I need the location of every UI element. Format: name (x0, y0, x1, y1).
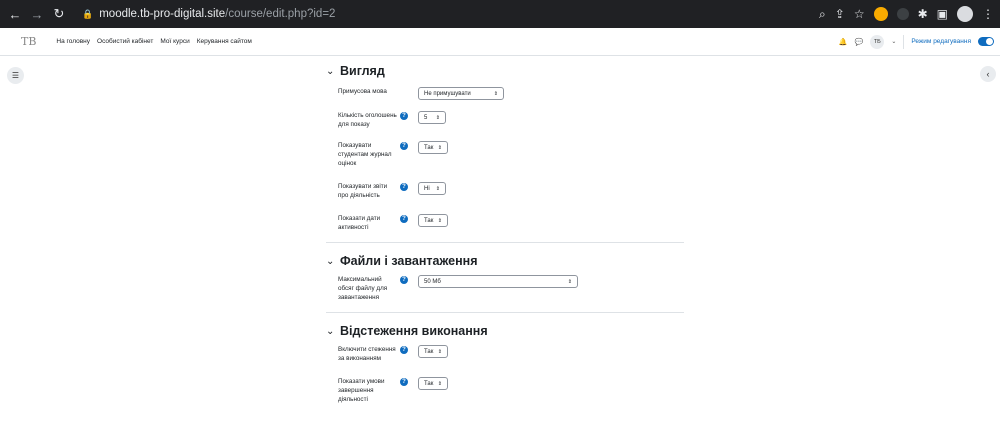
section-header[interactable]: ⌄ Файли і завантаження (326, 249, 684, 273)
field-label: Показувати студентам журнал оцінок (338, 142, 392, 167)
field-label: Включити стеження за виконанням (338, 346, 396, 362)
select-arrow-icon: ⇕ (435, 114, 440, 121)
chevron-down-icon[interactable]: ⌄ (326, 326, 340, 337)
field-force-language: Примусова мова ? Не примушувати⇕ (326, 87, 684, 100)
enable-completion-select[interactable]: Так ⇕ (418, 345, 448, 358)
edit-mode-toggle[interactable] (978, 37, 994, 46)
help-icon[interactable]: ? (400, 378, 408, 386)
chevron-left-icon: ‹ (986, 69, 990, 79)
show-activity-dates-select[interactable]: Так ⇕ (418, 214, 448, 227)
block-drawer-button[interactable]: ‹ (980, 66, 996, 82)
user-avatar[interactable]: ТБ (870, 34, 885, 49)
show-grades-select[interactable]: Так ⇕ (418, 141, 448, 154)
help-icon[interactable]: ? (400, 215, 408, 223)
select-value: Так (424, 144, 434, 151)
select-arrow-icon: ⇕ (493, 90, 498, 97)
select-arrow-icon: ⇕ (437, 144, 442, 151)
field-show-reports: Показувати звіти про діяльність ? Ні ⇕ (326, 182, 684, 200)
section-header[interactable]: ⌄ Відстеження виконання (326, 319, 684, 343)
address-bar[interactable]: 🔒 moodle.tb-pro-digital.site/course/edit… (82, 8, 335, 20)
chevron-down-icon[interactable]: ⌄ (326, 66, 340, 77)
select-value: Так (424, 217, 434, 224)
reload-icon[interactable]: ↻ (48, 6, 70, 22)
primary-navigation: На головну Особистий кабінет Мої курси К… (56, 38, 251, 45)
select-value: Ні (424, 185, 430, 192)
select-value: Не примушувати (424, 90, 471, 97)
field-enable-completion: Включити стеження за виконанням ? Так ⇕ (326, 345, 684, 363)
profile-avatar[interactable] (957, 6, 973, 22)
url-host: moodle.tb-pro-digital.site (99, 8, 226, 20)
select-arrow-icon: ⇕ (437, 380, 442, 387)
field-label: Показати дати активності (338, 215, 381, 231)
select-value: 5 (424, 114, 428, 121)
chevron-down-icon[interactable]: ⌄ (326, 256, 340, 267)
browser-toolbar: ← → ↻ 🔒 moodle.tb-pro-digital.site/cours… (0, 0, 1000, 28)
select-value: Так (424, 380, 434, 387)
field-label: Кількість оголошень для показу (338, 112, 397, 128)
lock-icon: 🔒 (82, 8, 94, 19)
field-show-activity-dates: Показати дати активності ? Так ⇕ (326, 214, 684, 232)
nav-dashboard[interactable]: Особистий кабінет (97, 38, 153, 45)
share-icon[interactable]: ⇪ (835, 7, 845, 21)
section-completion: ⌄ Відстеження виконання Включити стеженн… (326, 319, 684, 414)
help-icon[interactable]: ? (400, 183, 408, 191)
nav-my-courses[interactable]: Мої курси (160, 38, 189, 45)
select-value: Так (424, 348, 434, 355)
select-arrow-icon: ⇕ (437, 348, 442, 355)
field-label: Максимальний обсяг файлу для завантаженн… (338, 276, 388, 301)
back-icon[interactable]: ← (4, 7, 26, 22)
help-icon[interactable]: ? (400, 142, 408, 150)
chevron-down-icon[interactable]: ⌄ (891, 38, 896, 45)
select-value: 50 Мб (424, 278, 441, 285)
section-title: Вигляд (340, 64, 385, 78)
field-max-upload: Максимальний обсяг файлу для завантаженн… (326, 275, 684, 302)
extension-icon[interactable] (873, 7, 888, 21)
select-arrow-icon: ⇕ (567, 278, 572, 285)
help-icon[interactable]: ? (400, 276, 408, 284)
field-label: Показувати звіти про діяльність (338, 183, 388, 199)
edit-mode-label: Режим редагування (911, 38, 971, 45)
nav-home[interactable]: На головну (56, 38, 90, 45)
zoom-icon[interactable]: ⌕ (819, 7, 826, 22)
list-icon: ☰ (11, 71, 20, 80)
forward-icon[interactable]: → (26, 7, 48, 22)
select-arrow-icon: ⇕ (437, 217, 442, 224)
bookmark-star-icon[interactable]: ☆ (854, 7, 865, 21)
field-label: Показати умови завершення діяльності (338, 378, 385, 403)
moodle-navbar: TB На головну Особистий кабінет Мої курс… (0, 28, 1000, 56)
extensions-puzzle-icon[interactable]: ✱ (918, 7, 928, 21)
max-upload-select[interactable]: 50 Мб ⇕ (418, 275, 578, 288)
section-appearance: ⌄ Вигляд Примусова мова ? Не примушувати… (326, 59, 684, 243)
force-language-select[interactable]: Не примушувати ⇕ (418, 87, 504, 100)
section-title: Файли і завантаження (340, 254, 478, 268)
section-files: ⌄ Файли і завантаження Максимальний обся… (326, 249, 684, 313)
divider (903, 34, 905, 49)
extension-icon-2[interactable] (896, 8, 909, 20)
news-items-select[interactable]: 5 ⇕ (418, 111, 446, 124)
section-header[interactable]: ⌄ Вигляд (326, 59, 684, 83)
field-show-grades: Показувати студентам журнал оцінок ? Так… (326, 141, 684, 168)
nav-site-admin[interactable]: Керування сайтом (197, 38, 252, 45)
select-arrow-icon: ⇕ (435, 185, 440, 192)
field-label: Примусова мова (338, 88, 387, 95)
url-path: /course/edit.php?id=2 (225, 8, 336, 20)
section-title: Відстеження виконання (340, 324, 488, 338)
menu-kebab-icon[interactable]: ⋮ (982, 7, 994, 21)
side-panel-icon[interactable]: ▣ (937, 7, 948, 21)
show-completion-conditions-select[interactable]: Так ⇕ (418, 377, 448, 390)
course-settings-form: ⌄ Вигляд Примусова мова ? Не примушувати… (326, 55, 684, 414)
help-icon[interactable]: ? (400, 346, 408, 354)
field-news-items: Кількість оголошень для показу ? 5 ⇕ (326, 111, 684, 129)
notifications-bell-icon[interactable]: 🔔 (839, 38, 848, 46)
messages-icon[interactable]: 💬 (855, 38, 864, 46)
field-show-completion-conditions: Показати умови завершення діяльності ? Т… (326, 377, 684, 404)
show-reports-select[interactable]: Ні ⇕ (418, 182, 446, 195)
help-icon[interactable]: ? (400, 112, 408, 120)
course-index-drawer-button[interactable]: ☰ (7, 67, 24, 84)
site-logo[interactable]: TB (21, 35, 36, 48)
